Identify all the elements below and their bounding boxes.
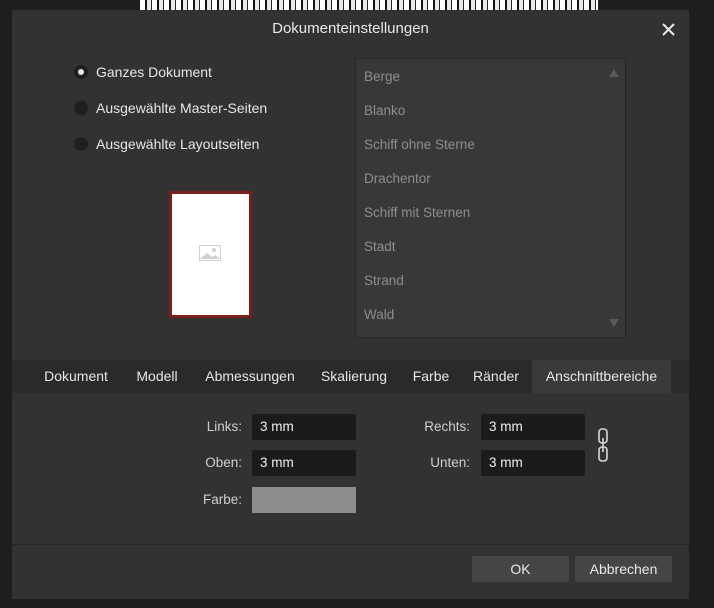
list-item[interactable]: Strand: [364, 273, 404, 288]
bottom-bleed-field[interactable]: 3 mm: [481, 450, 585, 476]
right-label: Rechts:: [424, 419, 470, 434]
radio-label: Ausgewählte Master-Seiten: [96, 100, 268, 116]
scroll-down-arrow-icon[interactable]: [609, 319, 619, 327]
tab-farbe[interactable]: Farbe: [402, 360, 460, 393]
list-item[interactable]: Drachentor: [364, 171, 431, 186]
chain-link-icon[interactable]: [596, 428, 610, 467]
top-label: Oben:: [205, 455, 242, 470]
radio-label: Ganzes Dokument: [96, 64, 212, 80]
page-preview: [169, 191, 252, 318]
list-item[interactable]: Wald: [364, 307, 394, 322]
left-bleed-field[interactable]: 3 mm: [252, 414, 356, 440]
radio-whole-document[interactable]: Ganzes Dokument: [74, 62, 212, 82]
ok-button[interactable]: OK: [472, 556, 569, 582]
list-item[interactable]: Blanko: [364, 103, 405, 118]
left-label: Links:: [206, 419, 242, 434]
right-bleed-field[interactable]: 3 mm: [481, 414, 585, 440]
radio-button[interactable]: [74, 137, 88, 151]
settings-tabbar: Dokument Modell Abmessungen Skalierung F…: [12, 360, 689, 393]
radio-label: Ausgewählte Layoutseiten: [96, 136, 260, 152]
master-pages-list[interactable]: Berge Blanko Schiff ohne Sterne Drachent…: [355, 58, 626, 338]
tab-modell[interactable]: Modell: [124, 360, 190, 393]
tab-dokument[interactable]: Dokument: [30, 360, 122, 393]
tab-skalierung[interactable]: Skalierung: [310, 360, 398, 393]
tab-abmessungen[interactable]: Abmessungen: [194, 360, 306, 393]
top-bleed-field[interactable]: 3 mm: [252, 450, 356, 476]
divider: [12, 544, 689, 545]
document-settings-dialog: Dokumenteinstellungen Ganzes Dokument Au…: [12, 10, 689, 599]
list-item[interactable]: Schiff ohne Sterne: [364, 137, 475, 152]
radio-button[interactable]: [74, 101, 88, 115]
radio-selected-layout-pages[interactable]: Ausgewählte Layoutseiten: [74, 134, 259, 154]
list-item[interactable]: Schiff mit Sternen: [364, 205, 470, 220]
list-scrollbar[interactable]: [603, 59, 625, 337]
close-icon[interactable]: [658, 19, 680, 41]
list-item[interactable]: Berge: [364, 69, 400, 84]
tab-anschnittbereiche[interactable]: Anschnittbereiche: [532, 360, 671, 393]
color-label: Farbe:: [202, 492, 242, 507]
bleed-color-swatch[interactable]: [252, 487, 356, 513]
dialog-title: Dokumenteinstellungen: [272, 20, 429, 37]
cancel-button[interactable]: Abbrechen: [575, 556, 672, 582]
background-document-strip: [140, 0, 598, 10]
tab-raender[interactable]: Ränder: [464, 360, 528, 393]
image-placeholder-icon: [199, 245, 221, 266]
radio-selected-master-pages[interactable]: Ausgewählte Master-Seiten: [74, 98, 267, 118]
scroll-up-arrow-icon[interactable]: [609, 69, 619, 77]
list-item[interactable]: Stadt: [364, 239, 396, 254]
dialog-titlebar: Dokumenteinstellungen: [12, 10, 689, 48]
radio-button[interactable]: [74, 65, 88, 79]
bottom-label: Unten:: [430, 455, 470, 470]
